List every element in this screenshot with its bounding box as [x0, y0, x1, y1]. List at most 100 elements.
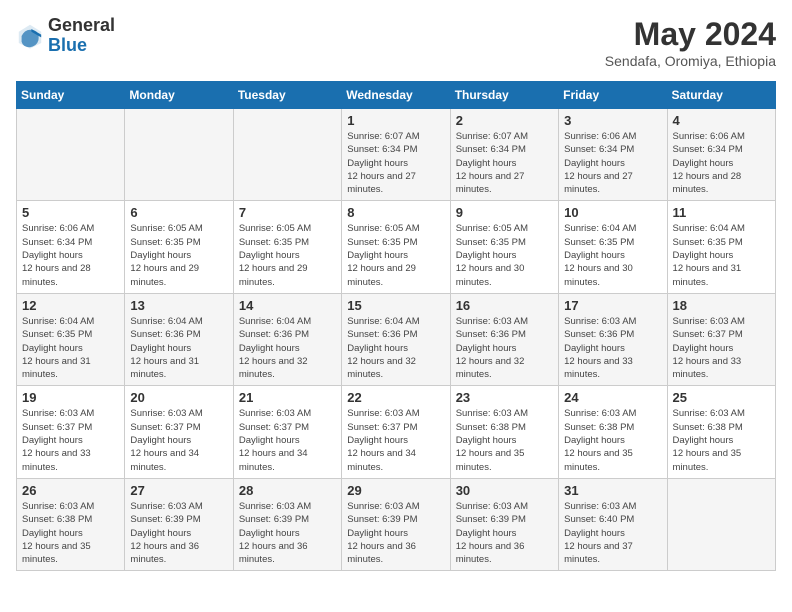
calendar-cell [17, 109, 125, 201]
logo-blue-text: Blue [48, 35, 87, 55]
calendar-cell: 8 Sunrise: 6:05 AMSunset: 6:35 PMDaylight… [342, 201, 450, 293]
day-number: 3 [564, 113, 661, 128]
day-number: 12 [22, 298, 119, 313]
calendar-cell: 23 Sunrise: 6:03 AMSunset: 6:38 PMDayligh… [450, 386, 558, 478]
month-year: May 2024 [605, 16, 776, 53]
calendar-cell: 9 Sunrise: 6:05 AMSunset: 6:35 PMDaylight… [450, 201, 558, 293]
weekday-header: Saturday [667, 82, 775, 109]
day-info: Sunrise: 6:03 AMSunset: 6:38 PMDaylight … [22, 500, 119, 566]
day-info: Sunrise: 6:04 AMSunset: 6:35 PMDaylight … [564, 222, 661, 288]
weekday-header: Friday [559, 82, 667, 109]
calendar-cell: 30 Sunrise: 6:03 AMSunset: 6:39 PMDayligh… [450, 478, 558, 570]
calendar-cell: 7Sunrise: 6:05 AMSunset: 6:35 PMDaylight… [233, 201, 341, 293]
day-info: Sunrise: 6:05 AMSunset: 6:35 PMDaylight … [456, 222, 553, 288]
calendar-cell: 31 Sunrise: 6:03 AMSunset: 6:40 PMDayligh… [559, 478, 667, 570]
day-info: Sunrise: 6:05 AMSunset: 6:35 PMDaylight … [347, 222, 444, 288]
day-info: Sunrise: 6:03 AMSunset: 6:37 PMDaylight … [239, 407, 336, 473]
day-info: Sunrise: 6:03 AMSunset: 6:40 PMDaylight … [564, 500, 661, 566]
day-number: 14 [239, 298, 336, 313]
day-number: 19 [22, 390, 119, 405]
calendar-cell: 22 Sunrise: 6:03 AMSunset: 6:37 PMDayligh… [342, 386, 450, 478]
calendar-cell: 11 Sunrise: 6:04 AMSunset: 6:35 PMDayligh… [667, 201, 775, 293]
logo-icon [16, 22, 44, 50]
weekday-header: Tuesday [233, 82, 341, 109]
title-block: May 2024 Sendafa, Oromiya, Ethiopia [605, 16, 776, 69]
day-number: 4 [673, 113, 770, 128]
day-info: Sunrise: 6:06 AMSunset: 6:34 PMDaylight … [564, 130, 661, 196]
day-number: 11 [673, 205, 770, 220]
day-number: 10 [564, 205, 661, 220]
day-number: 9 [456, 205, 553, 220]
day-number: 30 [456, 483, 553, 498]
day-info: Sunrise: 6:03 AMSunset: 6:37 PMDaylight … [673, 315, 770, 381]
day-info: Sunrise: 6:03 AMSunset: 6:39 PMDaylight … [347, 500, 444, 566]
weekday-header: Sunday [17, 82, 125, 109]
day-number: 16 [456, 298, 553, 313]
calendar-cell: 12 Sunrise: 6:04 AMSunset: 6:35 PMDayligh… [17, 293, 125, 385]
calendar-cell: 29 Sunrise: 6:03 AMSunset: 6:39 PMDayligh… [342, 478, 450, 570]
calendar-cell: 1 Sunrise: 6:07 AMSunset: 6:34 PMDaylight… [342, 109, 450, 201]
day-number: 26 [22, 483, 119, 498]
calendar-cell: 28 Sunrise: 6:03 AMSunset: 6:39 PMDayligh… [233, 478, 341, 570]
logo: General Blue [16, 16, 115, 56]
weekday-header: Monday [125, 82, 233, 109]
calendar-cell: 5Sunrise: 6:06 AMSunset: 6:34 PMDaylight… [17, 201, 125, 293]
day-info: Sunrise: 6:03 AMSunset: 6:38 PMDaylight … [673, 407, 770, 473]
day-number: 2 [456, 113, 553, 128]
logo-general-text: General [48, 15, 115, 35]
day-number: 21 [239, 390, 336, 405]
calendar-cell: 19 Sunrise: 6:03 AMSunset: 6:37 PMDayligh… [17, 386, 125, 478]
day-number: 23 [456, 390, 553, 405]
day-number: 28 [239, 483, 336, 498]
calendar-cell: 4 Sunrise: 6:06 AMSunset: 6:34 PMDaylight… [667, 109, 775, 201]
calendar-cell: 20 Sunrise: 6:03 AMSunset: 6:37 PMDayligh… [125, 386, 233, 478]
day-info: Sunrise: 6:03 AMSunset: 6:37 PMDaylight … [347, 407, 444, 473]
calendar-table: SundayMondayTuesdayWednesdayThursdayFrid… [16, 81, 776, 571]
day-number: 29 [347, 483, 444, 498]
day-info: Sunrise: 6:07 AMSunset: 6:34 PMDaylight … [456, 130, 553, 196]
day-info: Sunrise: 6:04 AMSunset: 6:35 PMDaylight … [673, 222, 770, 288]
day-info: Sunrise: 6:07 AMSunset: 6:34 PMDaylight … [347, 130, 444, 196]
day-number: 20 [130, 390, 227, 405]
day-info: Sunrise: 6:03 AMSunset: 6:36 PMDaylight … [564, 315, 661, 381]
day-info: Sunrise: 6:06 AMSunset: 6:34 PMDaylight … [673, 130, 770, 196]
calendar-cell: 15Sunrise: 6:04 AMSunset: 6:36 PMDayligh… [342, 293, 450, 385]
day-info: Sunrise: 6:03 AMSunset: 6:39 PMDaylight … [456, 500, 553, 566]
day-number: 18 [673, 298, 770, 313]
calendar-cell: 21 Sunrise: 6:03 AMSunset: 6:37 PMDayligh… [233, 386, 341, 478]
day-number: 7 [239, 205, 336, 220]
weekday-header-row: SundayMondayTuesdayWednesdayThursdayFrid… [17, 82, 776, 109]
day-info: Sunrise: 6:03 AMSunset: 6:38 PMDaylight … [456, 407, 553, 473]
day-info: Sunrise: 6:03 AMSunset: 6:39 PMDaylight … [239, 500, 336, 566]
calendar-cell: 13 Sunrise: 6:04 AMSunset: 6:36 PMDayligh… [125, 293, 233, 385]
day-number: 6 [130, 205, 227, 220]
day-info: Sunrise: 6:03 AMSunset: 6:38 PMDaylight … [564, 407, 661, 473]
day-number: 31 [564, 483, 661, 498]
day-number: 15 [347, 298, 444, 313]
day-info: Sunrise: 6:03 AMSunset: 6:37 PMDaylight … [22, 407, 119, 473]
weekday-header: Thursday [450, 82, 558, 109]
day-info: Sunrise: 6:03 AMSunset: 6:37 PMDaylight … [130, 407, 227, 473]
calendar-cell: 16 Sunrise: 6:03 AMSunset: 6:36 PMDayligh… [450, 293, 558, 385]
day-info: Sunrise: 6:05 AMSunset: 6:35 PMDaylight … [130, 222, 227, 288]
calendar-cell: 6 Sunrise: 6:05 AMSunset: 6:35 PMDaylight… [125, 201, 233, 293]
calendar-cell: 24 Sunrise: 6:03 AMSunset: 6:38 PMDayligh… [559, 386, 667, 478]
calendar-cell: 3 Sunrise: 6:06 AMSunset: 6:34 PMDaylight… [559, 109, 667, 201]
day-number: 8 [347, 205, 444, 220]
day-info: Sunrise: 6:04 AMSunset: 6:36 PMDaylight … [130, 315, 227, 381]
calendar-cell [667, 478, 775, 570]
calendar-cell: 14Sunrise: 6:04 AMSunset: 6:36 PMDayligh… [233, 293, 341, 385]
day-number: 17 [564, 298, 661, 313]
calendar-cell: 27Sunrise: 6:03 AMSunset: 6:39 PMDayligh… [125, 478, 233, 570]
calendar-cell [233, 109, 341, 201]
calendar-cell: 18 Sunrise: 6:03 AMSunset: 6:37 PMDayligh… [667, 293, 775, 385]
day-number: 1 [347, 113, 444, 128]
calendar-cell: 25 Sunrise: 6:03 AMSunset: 6:38 PMDayligh… [667, 386, 775, 478]
day-number: 22 [347, 390, 444, 405]
day-number: 13 [130, 298, 227, 313]
day-info: Sunrise: 6:03 AMSunset: 6:36 PMDaylight … [456, 315, 553, 381]
day-number: 24 [564, 390, 661, 405]
day-info: Sunrise: 6:04 AMSunset: 6:35 PMDaylight … [22, 315, 119, 381]
day-number: 25 [673, 390, 770, 405]
location: Sendafa, Oromiya, Ethiopia [605, 53, 776, 69]
